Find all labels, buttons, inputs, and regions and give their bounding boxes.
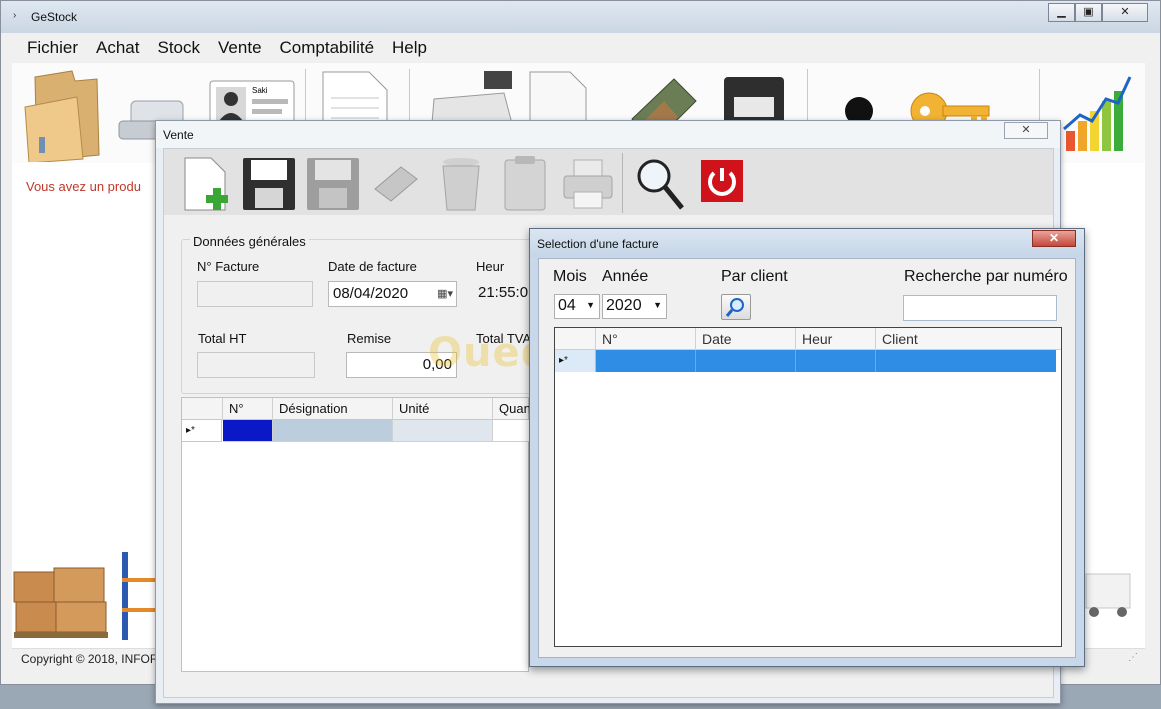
minimize-button[interactable]: ▁ (1048, 3, 1075, 22)
print-icon[interactable] (562, 156, 614, 212)
grid-corner (555, 328, 596, 350)
cell-designation[interactable] (273, 420, 393, 442)
main-titlebar[interactable]: › GeStock ▁ ▣ ✕ (1, 1, 1160, 33)
total-ht-field[interactable] (197, 352, 315, 378)
selection-body: Mois Année Par client Recherche par numé… (538, 258, 1076, 658)
vente-close-button[interactable]: ✕ (1004, 122, 1048, 139)
menu-achat[interactable]: Achat (87, 38, 148, 58)
chevron-down-icon: ▼ (653, 300, 662, 310)
resize-grip-icon[interactable]: ⋰ (1128, 652, 1138, 663)
cell-numero[interactable] (223, 420, 273, 442)
menu-fichier[interactable]: Fichier (18, 38, 87, 58)
col-quantite[interactable]: Quan (493, 398, 531, 420)
vente-toolbar (164, 149, 1053, 215)
new-icon[interactable] (181, 156, 233, 212)
facture-label: N° Facture (197, 259, 260, 274)
selection-title: Selection d'une facture (537, 237, 659, 251)
chevron-down-icon: ▼ (586, 300, 595, 310)
col-designation[interactable]: Désignation (273, 398, 393, 420)
vente-titlebar[interactable]: Vente ✕ (156, 121, 1060, 148)
folder-icon[interactable] (17, 67, 102, 162)
cell-unite[interactable] (393, 420, 493, 442)
mois-value: 04 (558, 297, 576, 314)
boxes-icon (13, 567, 108, 638)
trash-icon[interactable] (439, 156, 483, 212)
save-disabled-icon[interactable] (305, 156, 361, 212)
client-search-button[interactable] (721, 294, 751, 320)
col-unite[interactable]: Unité (393, 398, 493, 420)
selection-facture-dialog: Selection d'une facture ✕ Mois Année Par… (529, 228, 1085, 667)
factures-grid: N° Date Heur Client ▸* (554, 327, 1062, 647)
col-heure[interactable]: Heur (796, 328, 876, 350)
date-value: 08/04/2020 (333, 285, 409, 302)
copyright-text: Copyright © 2018, INFOR (21, 652, 159, 666)
annee-label: Année (602, 268, 649, 285)
annee-select[interactable]: 2020 ▼ (602, 294, 667, 319)
app-icon: › (13, 10, 17, 21)
maximize-button[interactable]: ▣ (1075, 3, 1102, 22)
window-controls: ▁ ▣ ✕ (1048, 3, 1148, 22)
total-ht-label: Total HT (198, 331, 247, 346)
menu-stock[interactable]: Stock (149, 38, 210, 58)
calendar-icon[interactable]: ▦▾ (437, 287, 453, 300)
search-icon[interactable] (634, 156, 686, 212)
money-icon[interactable] (371, 163, 421, 203)
cell-date[interactable] (696, 350, 796, 372)
annee-value: 2020 (606, 297, 642, 314)
col-client[interactable]: Client (876, 328, 1063, 350)
close-button[interactable]: ✕ (1102, 3, 1148, 22)
clipboard-icon[interactable] (501, 156, 549, 212)
cell-quantite[interactable] (493, 420, 530, 442)
selection-titlebar[interactable]: Selection d'une facture ✕ (530, 229, 1084, 257)
par-client-label: Par client (721, 268, 788, 285)
facture-field[interactable] (197, 281, 313, 307)
menu-vente[interactable]: Vente (209, 38, 271, 58)
row-header[interactable]: ▸* (182, 420, 222, 442)
save-icon[interactable] (241, 156, 297, 212)
vente-title: Vente (163, 128, 194, 142)
grid-corner (182, 398, 223, 420)
table-row[interactable]: ▸* (555, 350, 1061, 372)
menu-help[interactable]: Help (383, 38, 436, 58)
menu-bar: Fichier Achat Stock Vente Comptabilité H… (12, 34, 1145, 62)
grid-header: N° Date Heur Client (555, 328, 1061, 350)
mois-select[interactable]: 04 ▼ (554, 294, 600, 319)
growth-chart-icon[interactable] (1060, 71, 1136, 157)
mois-label: Mois (553, 268, 587, 285)
recherche-label: Recherche par numéro (904, 268, 1068, 285)
stock-notice[interactable]: Vous avez un produ (26, 179, 141, 194)
shelf-icon (122, 552, 156, 640)
heure-value: 21:55:0 (478, 284, 529, 301)
card-name: Saki (252, 86, 268, 95)
toolbar-separator (622, 153, 623, 213)
truck-icon (1085, 573, 1131, 617)
row-header[interactable]: ▸* (555, 350, 596, 372)
recherche-input[interactable] (903, 295, 1057, 321)
date-label: Date de facture (328, 259, 417, 274)
col-numero[interactable]: N° (596, 328, 696, 350)
search-icon (725, 298, 744, 317)
selection-close-button[interactable]: ✕ (1032, 230, 1076, 247)
cell-numero[interactable] (596, 350, 696, 372)
group-title: Données générales (190, 234, 309, 249)
date-picker[interactable]: 08/04/2020 ▦▾ (328, 281, 457, 307)
table-row[interactable]: ▸* (182, 420, 530, 442)
power-icon[interactable] (700, 159, 744, 203)
col-numero[interactable]: N° (223, 398, 273, 420)
grid-header: N° Désignation Unité Quan (182, 398, 531, 420)
heure-label: Heur (476, 259, 505, 274)
col-date[interactable]: Date (696, 328, 796, 350)
cell-client[interactable] (876, 350, 1056, 372)
menu-comptabilite[interactable]: Comptabilité (271, 38, 384, 58)
articles-grid: N° Désignation Unité Quan ▸* (181, 397, 531, 672)
main-window-title: GeStock (31, 10, 78, 24)
remise-label: Remise (347, 331, 392, 346)
cell-heure[interactable] (796, 350, 876, 372)
heure-field[interactable]: 21:55:0 (474, 281, 532, 307)
